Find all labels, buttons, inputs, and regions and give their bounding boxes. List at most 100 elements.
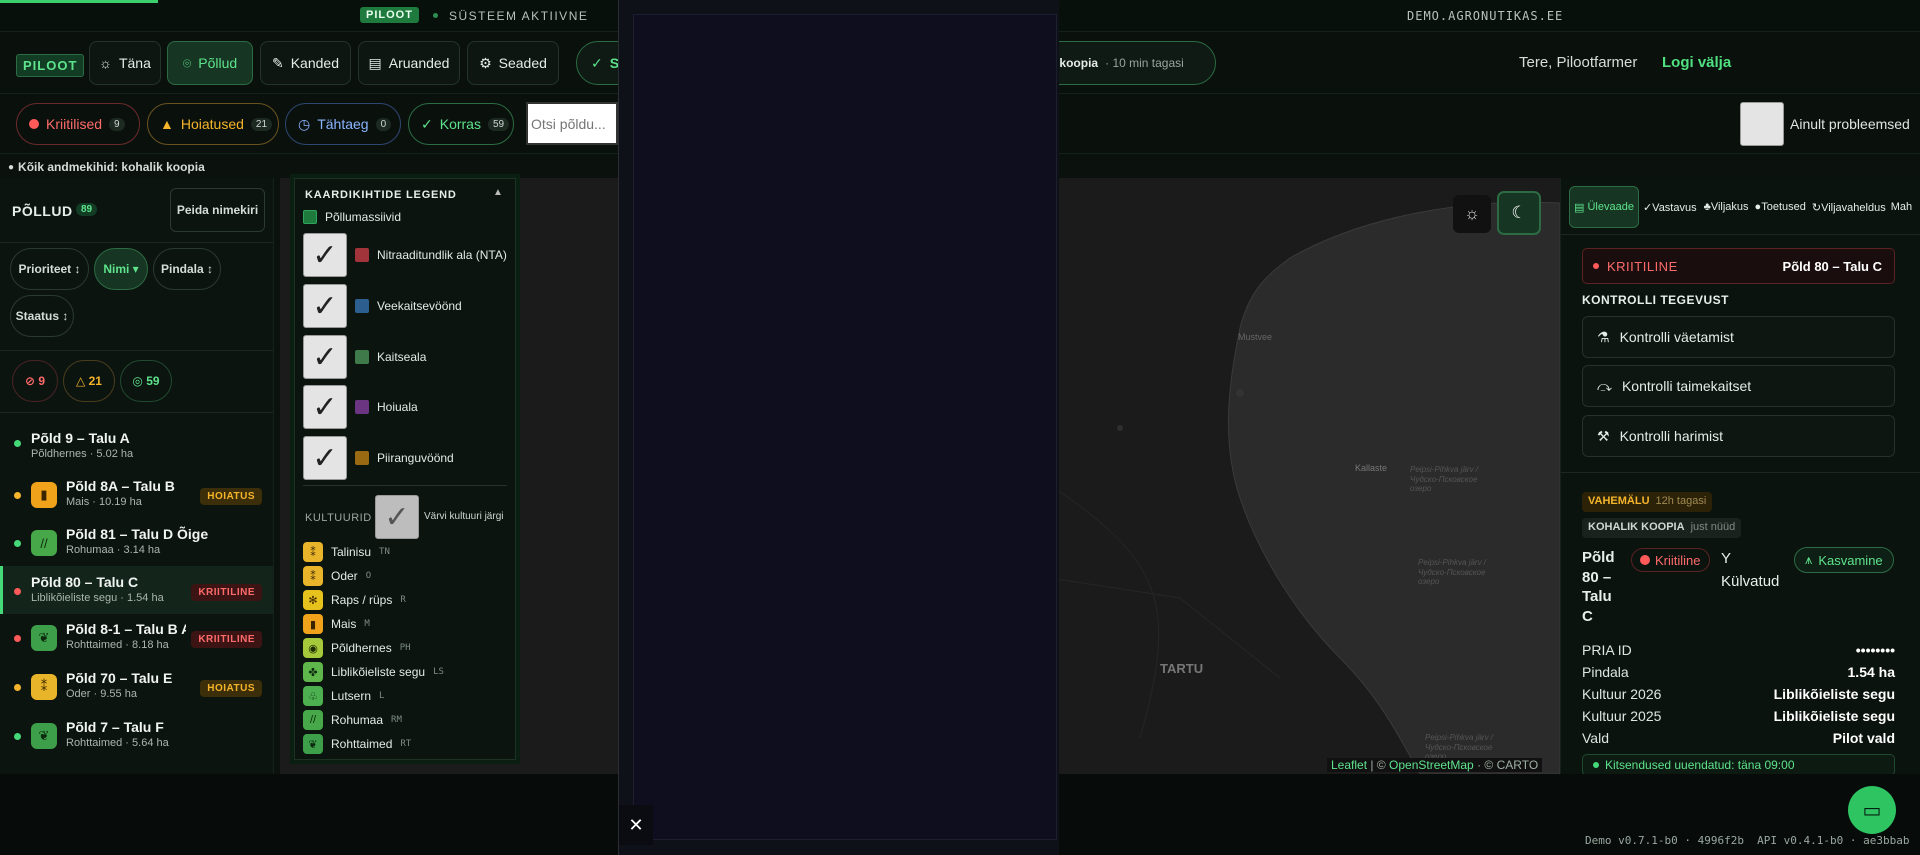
- crops-title: KULTUURID: [305, 512, 372, 524]
- checkbox-checked[interactable]: ✓: [303, 335, 347, 379]
- checkbox-checked[interactable]: ✓: [303, 233, 347, 277]
- only-problem-checkbox[interactable]: [1740, 102, 1784, 146]
- nav-seaded[interactable]: ⚙ Seaded: [467, 41, 559, 85]
- check-icon: ✓: [1642, 201, 1653, 214]
- datasource-note: ● Kõik andmekihid: kohalik koopia: [8, 160, 205, 174]
- warning-badge: HOIATUS: [200, 680, 262, 697]
- sort-priority[interactable]: Prioriteet ↕: [10, 248, 89, 290]
- critical-badge: KRIITILINE: [191, 631, 262, 648]
- light-theme-button[interactable]: ☼: [1453, 195, 1491, 233]
- critical-alert-box: KRIITILINE Põld 80 – Talu C: [1582, 248, 1895, 284]
- legend-base-layer: Põllumassiivid: [303, 210, 401, 224]
- tab-compliance[interactable]: ✓Vastavus: [1639, 201, 1701, 214]
- nav-kanded[interactable]: ✎ Kanded: [260, 41, 351, 85]
- check-fertilizing-button[interactable]: ⚗ Kontrolli väetamist: [1582, 316, 1895, 358]
- crop-legend-item: ✻ Raps / rüps R: [303, 590, 406, 610]
- actions-title: KONTROLLI TEGEVUST: [1582, 293, 1729, 307]
- swatch: [355, 400, 369, 414]
- field-title: Põld 80 – Talu C: [1582, 549, 1615, 625]
- layer-toggle[interactable]: ✓ Nitraaditundlik ala (NTA): [303, 233, 507, 277]
- sun-icon: ☼: [1464, 204, 1480, 223]
- brand-badge: PILOOT: [16, 54, 85, 77]
- status-dot: [14, 588, 21, 595]
- clock-icon: ◷: [298, 115, 311, 132]
- tab-rotation[interactable]: ↻Viljavaheldus: [1809, 201, 1889, 214]
- lake-label: Peipsi-Pihkva järv / Чудско-Псковское оз…: [1418, 558, 1487, 587]
- local-copy-badge: KOHALIK KOOPIA just nüüd: [1582, 518, 1742, 538]
- leaf-icon: ❦: [31, 723, 57, 749]
- tab-fertility[interactable]: ♣Viljakus: [1701, 201, 1752, 213]
- only-problem-label: Ainult probleemsed: [1790, 116, 1910, 132]
- alfalfa-icon: ♧: [303, 686, 323, 706]
- check-tillage-button[interactable]: ⚒ Kontrolli harimist: [1582, 415, 1895, 457]
- layer-toggle[interactable]: ✓ Hoiuala: [303, 385, 418, 429]
- logout-link[interactable]: Logi välja: [1662, 54, 1731, 71]
- nav-tana[interactable]: ☼ Täna: [89, 41, 161, 85]
- summary-ok[interactable]: ◎ 59: [120, 360, 172, 402]
- summary-critical[interactable]: ⊘ 9: [12, 360, 58, 402]
- leaflet-link[interactable]: Leaflet: [1331, 758, 1367, 772]
- field-row[interactable]: // Põld 81 – Talu D Õige Rohumaa · 3.14 …: [0, 520, 273, 568]
- flower-icon: ✻: [303, 590, 323, 610]
- sun-icon: ☼: [99, 55, 112, 71]
- filter-critical[interactable]: Kriitilised 9: [16, 103, 140, 145]
- grass-icon: //: [303, 710, 323, 730]
- detail-row: Kultuur 2026 Liblikõieliste segu: [1582, 686, 1895, 702]
- filter-ok[interactable]: ✓ Korras 59: [408, 103, 514, 145]
- crop-legend-item: ⁑ Oder O: [303, 566, 371, 586]
- summary-warnings[interactable]: △ 21: [63, 360, 115, 402]
- checkbox-checked[interactable]: ✓: [303, 385, 347, 429]
- detail-row: PRIA ID ••••••••: [1582, 642, 1895, 658]
- crop-legend-item: ✤ Liblikõieliste segu LS: [303, 662, 444, 682]
- collapse-icon[interactable]: ▲: [493, 187, 503, 198]
- checkbox-checked[interactable]: ✓: [303, 436, 347, 480]
- nav-aruanded[interactable]: ▤ Aruanded: [358, 41, 460, 85]
- map-pin-icon: ⌾: [182, 54, 192, 71]
- sort-area[interactable]: Pindala ↕: [153, 248, 221, 290]
- sort-name[interactable]: Nimi ▾: [94, 248, 148, 290]
- tab-more[interactable]: Mah: [1889, 201, 1914, 213]
- status-dot: [433, 13, 438, 18]
- critical-badge: KRIITILINE: [191, 584, 262, 601]
- nav-pollud[interactable]: ⌾ Põllud: [167, 41, 253, 85]
- field-row[interactable]: Põld 9 – Talu A Põldhernes · 5.02 ha: [0, 424, 273, 472]
- legend-title: KAARDIKIHTIDE LEGEND: [305, 189, 457, 201]
- layer-toggle[interactable]: ✓ Kaitseala: [303, 335, 426, 379]
- field-row[interactable]: ⁑ Põld 70 – Talu E Oder · 9.55 ha HOIATU…: [0, 664, 273, 712]
- color-by-crop-checkbox[interactable]: ✓: [375, 495, 419, 539]
- swatch: [303, 210, 317, 224]
- layer-toggle[interactable]: ✓ Veekaitsevöönd: [303, 284, 462, 328]
- user-greeting: Tere, Pilootfarmer: [1519, 54, 1638, 71]
- filter-deadline[interactable]: ◷ Tähtaeg 0: [285, 103, 401, 145]
- tab-subsidies[interactable]: ●Toetused: [1752, 201, 1809, 213]
- filter-warnings[interactable]: ▲ Hoiatused 21: [147, 103, 279, 145]
- leaf-icon: ❦: [303, 734, 323, 754]
- sown-status: Külvatud: [1721, 573, 1780, 590]
- pea-icon: ◉: [303, 638, 323, 658]
- hide-list-button[interactable]: Peida nimekiri: [170, 188, 265, 232]
- critical-pill: Kriitiline: [1631, 548, 1710, 572]
- detail-tabs: ▤ Ülevaade ✓Vastavus ♣Viljakus ●Toetused…: [1569, 184, 1920, 230]
- close-icon[interactable]: ✕: [619, 805, 653, 845]
- overlay-drawer[interactable]: ✕: [618, 0, 1059, 855]
- osm-link[interactable]: OpenStreetMap: [1389, 758, 1474, 772]
- chat-button[interactable]: ▭: [1848, 786, 1896, 834]
- field-row[interactable]: ❦ Põld 8-1 – Talu B Al Rohttaimed · 8.18…: [0, 615, 273, 663]
- check-icon: ✓: [421, 115, 433, 132]
- field-row[interactable]: ▮ Põld 8A – Talu B Mais · 10.19 ha HOIAT…: [0, 472, 273, 520]
- search-input[interactable]: [526, 102, 618, 145]
- loading-progress-bar: [0, 0, 158, 3]
- sort-status[interactable]: Staatus ↕: [10, 295, 74, 337]
- checkbox-checked[interactable]: ✓: [303, 284, 347, 328]
- leaf-icon: ❦: [31, 625, 57, 651]
- lake-label: Peipsi-Pihkva järv / Чудско-Псковское оз…: [1410, 465, 1479, 494]
- dark-theme-button[interactable]: ☾: [1497, 191, 1541, 235]
- layer-toggle[interactable]: ✓ Piiranguvöönd: [303, 436, 454, 480]
- crop-legend-item: ▮ Mais M: [303, 614, 370, 634]
- version-info: Demo v0.7.1-b0 · 4996f2b API v0.4.1-b0 ·…: [1585, 834, 1910, 847]
- check-plant-protection-button[interactable]: ⤼ Kontrolli taimekaitset: [1582, 365, 1895, 407]
- field-row-selected[interactable]: Põld 80 – Talu C Liblikõieliste segu · 1…: [0, 566, 273, 614]
- field-row[interactable]: ❦ Põld 7 – Talu F Rohttaimed · 5.64 ha: [0, 713, 273, 761]
- tab-overview[interactable]: ▤ Ülevaade: [1569, 186, 1639, 228]
- moon-icon: ☾: [1511, 203, 1527, 222]
